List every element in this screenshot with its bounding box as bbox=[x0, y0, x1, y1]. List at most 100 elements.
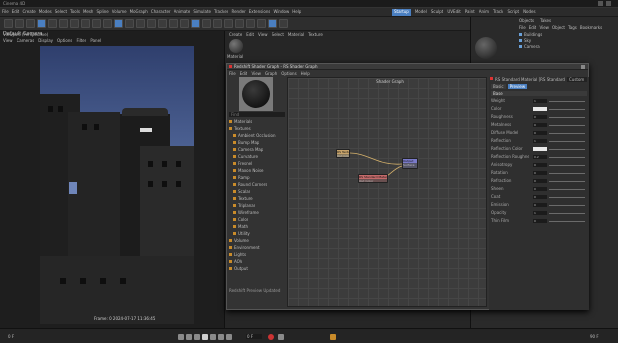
viewport-menu-display[interactable]: Display bbox=[38, 38, 53, 43]
material-menu-view[interactable]: View bbox=[258, 32, 268, 37]
attr-value-field[interactable]: 0 bbox=[533, 203, 547, 207]
menu-mesh[interactable]: Mesh bbox=[83, 9, 94, 16]
toolbar-tool-icon[interactable] bbox=[191, 19, 200, 28]
tree-item-utility[interactable]: Utility bbox=[233, 231, 289, 236]
tab-nodes[interactable]: Nodes bbox=[523, 9, 536, 16]
tree-item-volume[interactable]: Volume bbox=[229, 238, 285, 243]
tree-item-scalar[interactable]: Scalar bbox=[233, 189, 289, 194]
toolbar-tool-icon[interactable] bbox=[202, 19, 211, 28]
tab-script[interactable]: Script bbox=[507, 9, 519, 16]
attr-value-field[interactable]: 0 bbox=[533, 115, 547, 119]
tree-item-materials[interactable]: Materials bbox=[229, 119, 285, 124]
material-menu-material[interactable]: Material bbox=[288, 32, 304, 37]
material-menu-select[interactable]: Select bbox=[272, 32, 284, 37]
menu-character[interactable]: Character bbox=[151, 9, 171, 16]
texture-node[interactable]: RS Texture Out Color bbox=[336, 149, 350, 158]
node-editor-menu-file[interactable]: File bbox=[229, 71, 236, 76]
attr-value-field[interactable]: 0 bbox=[533, 179, 547, 183]
tree-item-curvature[interactable]: Curvature bbox=[233, 154, 289, 159]
tab-anim[interactable]: Anim bbox=[479, 9, 489, 16]
viewport-menu-view[interactable]: View bbox=[3, 38, 13, 43]
tab-startup[interactable]: Startup bbox=[392, 9, 411, 16]
toolbar-tool-icon[interactable] bbox=[158, 19, 167, 28]
tab-sculpt[interactable]: Sculpt bbox=[431, 9, 444, 16]
attr-value-field[interactable]: 0 bbox=[533, 219, 547, 223]
attr-slider[interactable] bbox=[549, 141, 585, 142]
menu-modes[interactable]: Modes bbox=[39, 9, 52, 16]
standard-material-node[interactable]: RS Standard Material Out Color bbox=[358, 174, 388, 183]
tree-item-wireframe[interactable]: Wireframe bbox=[233, 210, 289, 215]
attr-slider[interactable] bbox=[549, 205, 585, 206]
record-icon[interactable] bbox=[268, 334, 274, 340]
om-menu-edit[interactable]: Edit bbox=[529, 25, 537, 30]
material-menu-edit[interactable]: Edit bbox=[246, 32, 254, 37]
om-menu-object[interactable]: Object bbox=[552, 25, 565, 30]
tree-item-maxon-noise[interactable]: Maxon Noise bbox=[233, 168, 289, 173]
om-item-sky[interactable]: Sky bbox=[519, 38, 617, 43]
menu-mograph[interactable]: MoGraph bbox=[130, 9, 148, 16]
attr-value-field[interactable]: 1 bbox=[533, 211, 547, 215]
material-menu-create[interactable]: Create bbox=[229, 32, 242, 37]
toolbar-tool-icon[interactable] bbox=[70, 19, 79, 28]
toolbar-tool-icon[interactable] bbox=[15, 19, 24, 28]
om-tab-takes[interactable]: Takes bbox=[540, 18, 551, 23]
om-tab-objects[interactable]: Objects bbox=[519, 18, 534, 23]
tree-item-texture[interactable]: Texture bbox=[233, 196, 289, 201]
toolbar-tool-icon[interactable] bbox=[136, 19, 145, 28]
material-menu-texture[interactable]: Texture bbox=[308, 32, 323, 37]
attr-slider[interactable] bbox=[549, 221, 585, 222]
toolbar-tool-icon[interactable] bbox=[4, 19, 13, 28]
om-item-buildings[interactable]: Buildings bbox=[519, 32, 617, 37]
tree-item-bump-map[interactable]: Bump Map bbox=[233, 140, 289, 145]
next-frame-icon[interactable] bbox=[210, 334, 216, 340]
om-menu-file[interactable]: File bbox=[519, 25, 526, 30]
attr-slider[interactable] bbox=[549, 125, 585, 126]
next-key-icon[interactable] bbox=[218, 334, 224, 340]
om-menu-bookmarks[interactable]: Bookmarks bbox=[580, 25, 602, 30]
menu-file[interactable]: File bbox=[2, 9, 9, 16]
toolbar-tool-icon[interactable] bbox=[246, 19, 255, 28]
menu-edit[interactable]: Edit bbox=[12, 9, 20, 16]
viewport-menu-cameras[interactable]: Cameras bbox=[17, 38, 35, 43]
tab-paint[interactable]: Paint bbox=[465, 9, 475, 16]
attr-slider[interactable] bbox=[549, 189, 585, 190]
attr-value-field[interactable]: 0 bbox=[533, 195, 547, 199]
attr-value-field[interactable] bbox=[533, 147, 547, 151]
attr-value-field[interactable]: 0 bbox=[533, 123, 547, 127]
toolbar-tool-icon[interactable] bbox=[92, 19, 101, 28]
current-frame-field[interactable]: 0 F bbox=[246, 334, 262, 339]
attr-slider[interactable] bbox=[549, 149, 585, 150]
om-menu-view[interactable]: View bbox=[539, 25, 549, 30]
tree-item-output[interactable]: Output bbox=[229, 266, 285, 271]
menu-extensions[interactable]: Extensions bbox=[249, 9, 271, 16]
toolbar-tool-icon[interactable] bbox=[224, 19, 233, 28]
output-node[interactable]: Output Surface bbox=[402, 158, 418, 169]
section-header[interactable]: Base bbox=[491, 91, 587, 96]
tree-item-ambient-occlusion[interactable]: Ambient Occlusion bbox=[233, 133, 289, 138]
menu-tools[interactable]: Tools bbox=[70, 9, 80, 16]
attr-slider[interactable] bbox=[549, 181, 585, 182]
attr-value-field[interactable]: 0 bbox=[533, 171, 547, 175]
menu-create[interactable]: Create bbox=[22, 9, 35, 16]
attr-slider[interactable] bbox=[549, 157, 585, 158]
previous-frame-icon[interactable] bbox=[194, 334, 200, 340]
attr-tab-basic[interactable]: Basic bbox=[491, 84, 506, 89]
menu-spline[interactable]: Spline bbox=[96, 9, 108, 16]
menu-select[interactable]: Select bbox=[55, 9, 67, 16]
toolbar-tool-icon[interactable] bbox=[59, 19, 68, 28]
attr-slider[interactable] bbox=[549, 197, 585, 198]
tree-item-triplanar[interactable]: Triplanar bbox=[233, 203, 289, 208]
attr-slider[interactable] bbox=[549, 117, 585, 118]
go-to-end-icon[interactable] bbox=[226, 334, 232, 340]
toolbar-tool-icon[interactable] bbox=[169, 19, 178, 28]
play-icon[interactable] bbox=[202, 334, 208, 340]
viewport-menu-options[interactable]: Options bbox=[57, 38, 72, 43]
attr-value-field[interactable]: 0 bbox=[533, 163, 547, 167]
toolbar-tool-icon[interactable] bbox=[37, 19, 46, 28]
tree-item-fresnel[interactable]: Fresnel bbox=[233, 161, 289, 166]
om-menu-tags[interactable]: Tags bbox=[568, 25, 577, 30]
attr-slider[interactable] bbox=[549, 173, 585, 174]
node-editor-menu-graph[interactable]: Graph bbox=[265, 71, 277, 76]
menu-tracker[interactable]: Tracker bbox=[214, 9, 228, 16]
tree-item-math[interactable]: Math bbox=[233, 224, 289, 229]
